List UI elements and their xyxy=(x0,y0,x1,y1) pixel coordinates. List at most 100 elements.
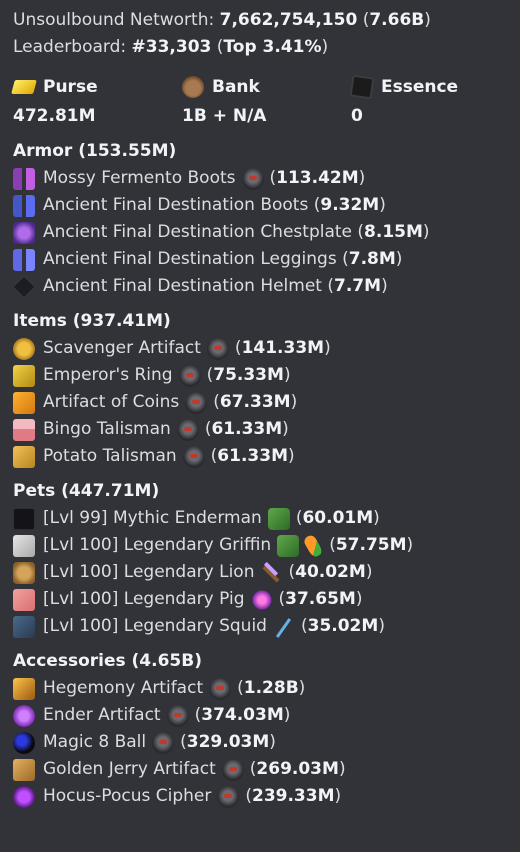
item-name: Hegemony Artifact xyxy=(43,678,204,698)
gold-ingot-icon xyxy=(11,80,37,94)
recomb-icon xyxy=(217,785,240,808)
list-item: [Lvl 100] Legendary Squid(35.02M) xyxy=(13,613,520,640)
item-name: Ancient Final Destination Leggings xyxy=(43,249,337,269)
item-value: 8.15M xyxy=(364,222,423,242)
list-item: Ender Artifact(374.03M) xyxy=(13,702,520,729)
list-item: Golden Jerry Artifact(269.03M) xyxy=(13,756,520,783)
lion-pet-icon xyxy=(13,561,35,584)
item-name: Hocus-Pocus Cipher xyxy=(43,786,212,806)
enderman-pet-icon xyxy=(13,507,35,530)
item-value: 113.42M xyxy=(276,168,359,188)
list-item: Ancient Final Destination Helmet (7.7M) xyxy=(11,273,520,300)
item-value: 141.33M xyxy=(241,338,325,358)
item-value: 1.28B xyxy=(243,678,299,698)
recomb-icon xyxy=(178,364,201,387)
list-item: Potato Talisman(61.33M) xyxy=(13,443,520,470)
list-item: Hegemony Artifact(1.28B) xyxy=(13,675,520,702)
item-value: 239.33M xyxy=(251,786,335,806)
stat-purse-label: Purse xyxy=(43,77,98,97)
recomb-icon xyxy=(185,391,208,414)
stats-row: Purse 472.81M Bank 1B + N/A Essence 0 xyxy=(11,73,520,130)
networth-value: 7,662,754,150 xyxy=(219,10,358,30)
recomb-icon xyxy=(176,418,199,441)
cipher-icon xyxy=(13,785,35,808)
stat-bank-label: Bank xyxy=(212,77,260,97)
item-name: [Lvl 100] Legendary Lion xyxy=(43,562,255,582)
leaderboard-line: Leaderboard: #33,303 (Top 3.41%) xyxy=(13,37,329,57)
item-name: Ancient Final Destination Helmet xyxy=(43,276,322,296)
item-value: 269.03M xyxy=(256,759,339,779)
leaderboard-top: Top 3.41% xyxy=(223,37,322,57)
fishing-rod-icon xyxy=(273,616,295,638)
recomb-icon xyxy=(166,704,189,727)
item-value: 329.03M xyxy=(186,732,270,752)
item-name: Ender Artifact xyxy=(43,705,161,725)
recomb-icon xyxy=(209,677,232,700)
item-value: 61.33M xyxy=(211,419,283,439)
item-value: 75.33M xyxy=(213,365,284,385)
list-item: [Lvl 100] Legendary Lion(40.02M) xyxy=(13,559,520,586)
networth-label: Unsoulbound Networth: xyxy=(13,10,220,30)
accessories-title: Accessories (4.65B) xyxy=(13,651,202,671)
list-item: Emperor's Ring(75.33M) xyxy=(13,362,520,389)
recomb-icon xyxy=(241,167,264,190)
essence-icon xyxy=(349,74,375,100)
item-name: Ancient Final Destination Chestplate xyxy=(43,222,352,242)
stat-bank: Bank 1B + N/A xyxy=(182,73,351,130)
item-name: Emperor's Ring xyxy=(43,365,173,385)
item-name: [Lvl 100] Legendary Pig xyxy=(43,589,245,609)
item-name: Ancient Final Destination Boots xyxy=(43,195,309,215)
recomb-icon xyxy=(152,731,175,754)
bank-bag-icon xyxy=(182,76,204,98)
pet-item-icon xyxy=(267,507,290,530)
list-item: [Lvl 100] Legendary Griffin(57.75M) xyxy=(13,532,520,559)
list-item: Artifact of Coins(67.33M) xyxy=(13,389,520,416)
item-name: Mossy Fermento Boots xyxy=(43,168,236,188)
item-value: 60.01M xyxy=(302,508,374,528)
stat-essence-value: 0 xyxy=(351,106,363,126)
stat-purse: Purse 472.81M xyxy=(11,73,182,130)
item-name: Potato Talisman xyxy=(43,446,177,466)
list-item: Ancient Final Destination Chestplate (8.… xyxy=(13,219,520,246)
pickaxe-icon xyxy=(260,562,282,584)
list-item: [Lvl 100] Legendary Pig(37.65M) xyxy=(13,586,520,613)
networth-short: 7.66B xyxy=(369,10,425,30)
bingo-talisman-icon xyxy=(13,418,35,441)
chestplate-icon xyxy=(13,221,35,244)
scavenger-artifact-icon xyxy=(13,337,35,360)
list-item: Ancient Final Destination Leggings (7.8M… xyxy=(13,246,520,273)
leggings-icon xyxy=(13,248,35,271)
boots-icon xyxy=(13,194,35,217)
item-value: 374.03M xyxy=(201,705,284,725)
list-item: Magic 8 Ball(329.03M) xyxy=(13,729,520,756)
jerry-artifact-icon xyxy=(13,758,35,781)
list-item: Ancient Final Destination Boots (9.32M) xyxy=(13,192,520,219)
coins-artifact-icon xyxy=(13,391,35,414)
list-item: [Lvl 99] Mythic Enderman(60.01M) xyxy=(13,505,520,532)
squid-pet-icon xyxy=(13,615,35,638)
pet-item-icon xyxy=(277,534,300,557)
leaderboard-label: Leaderboard: xyxy=(13,37,132,57)
stat-purse-value: 472.81M xyxy=(13,106,96,126)
item-name: Artifact of Coins xyxy=(43,392,180,412)
item-name: Golden Jerry Artifact xyxy=(43,759,216,779)
helmet-icon xyxy=(11,274,37,299)
armor-title: Armor (153.55M) xyxy=(13,141,177,161)
pig-pet-icon xyxy=(13,588,35,611)
list-item: Mossy Fermento Boots(113.42M) xyxy=(13,165,520,192)
item-name: [Lvl 99] Mythic Enderman xyxy=(43,508,262,528)
potato-talisman-icon xyxy=(13,445,35,468)
ender-artifact-icon xyxy=(13,704,35,727)
item-name: [Lvl 100] Legendary Squid xyxy=(43,616,267,636)
item-value: 37.65M xyxy=(285,589,356,609)
ring-icon xyxy=(13,364,35,387)
hegemony-artifact-icon xyxy=(13,677,35,700)
list-item: Scavenger Artifact(141.33M) xyxy=(13,335,520,362)
recomb-icon xyxy=(206,337,229,360)
item-value: 7.7M xyxy=(334,276,382,296)
item-value: 67.33M xyxy=(219,392,291,412)
item-name: Scavenger Artifact xyxy=(43,338,201,358)
stat-essence: Essence 0 xyxy=(349,73,520,130)
networth-embed: Unsoulbound Networth: 7,662,754,150 (7.6… xyxy=(0,0,520,810)
item-value: 57.75M xyxy=(335,535,407,555)
